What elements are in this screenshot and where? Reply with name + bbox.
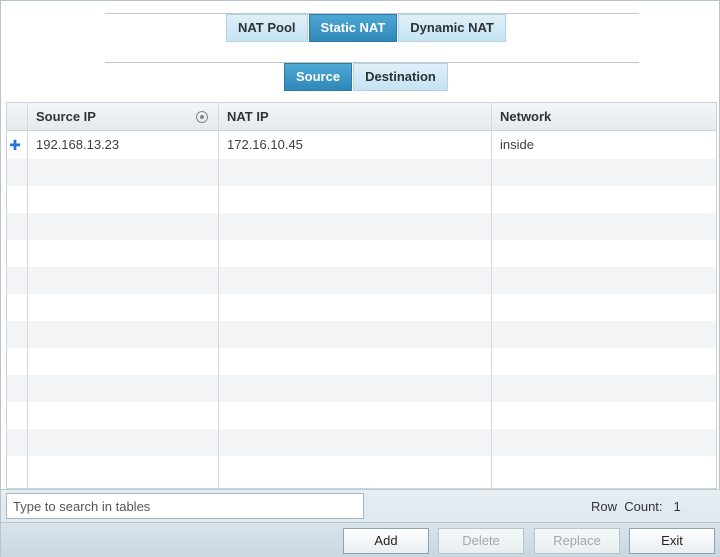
table-search-input[interactable] [6,493,364,519]
column-header-nat-ip[interactable]: NAT IP [219,103,269,131]
empty-row [7,375,716,402]
cell-nat-ip: 172.16.10.45 [227,137,303,152]
static-nat-table: Source IP NAT IP Network ✚ 192.168.13.23… [6,102,717,489]
column-divider [491,103,492,488]
empty-row [7,429,716,456]
column-header-network[interactable]: Network [492,103,551,131]
delete-button[interactable]: Delete [438,528,524,554]
exit-button[interactable]: Exit [629,528,715,554]
tab-source[interactable]: Source [284,63,353,91]
row-count-value: 1 [673,499,681,514]
expand-row-icon[interactable]: ✚ [9,138,21,152]
tab-dynamic-nat[interactable]: Dynamic NAT [398,14,506,42]
empty-row [7,402,716,429]
static-nat-panel: NAT Pool Static NAT Dynamic NAT Source D… [0,0,720,557]
row-count-label: Row Count: [591,499,663,514]
empty-row [7,267,716,294]
replace-button[interactable]: Replace [534,528,620,554]
empty-row [7,213,716,240]
tab-static-nat[interactable]: Static NAT [308,14,398,42]
nat-type-tabs: NAT Pool Static NAT Dynamic NAT [226,14,507,42]
column-divider [27,103,28,488]
cell-source-ip: 192.168.13.23 [36,137,120,152]
empty-row [7,348,716,375]
empty-row [7,321,716,348]
empty-row [7,456,716,483]
row-count: Row Count: 1 [591,499,681,514]
cell-network: inside [500,137,534,152]
table-row[interactable]: ✚ 192.168.13.23 172.16.10.45 inside [7,132,716,159]
action-bar: Add Delete Replace Exit [1,522,720,557]
add-button[interactable]: Add [343,528,429,554]
empty-row [7,186,716,213]
tab-destination[interactable]: Destination [353,63,448,91]
sort-icon[interactable] [196,111,208,123]
empty-row [7,159,716,186]
empty-row [7,240,716,267]
table-header: Source IP NAT IP Network [7,103,716,131]
column-divider [218,103,219,488]
empty-row [7,294,716,321]
tab-nat-pool[interactable]: NAT Pool [226,14,308,42]
direction-tabs: Source Destination [284,63,449,91]
column-header-source-ip[interactable]: Source IP [28,103,96,131]
table-footer: Row Count: 1 Add Delete Replace Exit [1,489,720,557]
